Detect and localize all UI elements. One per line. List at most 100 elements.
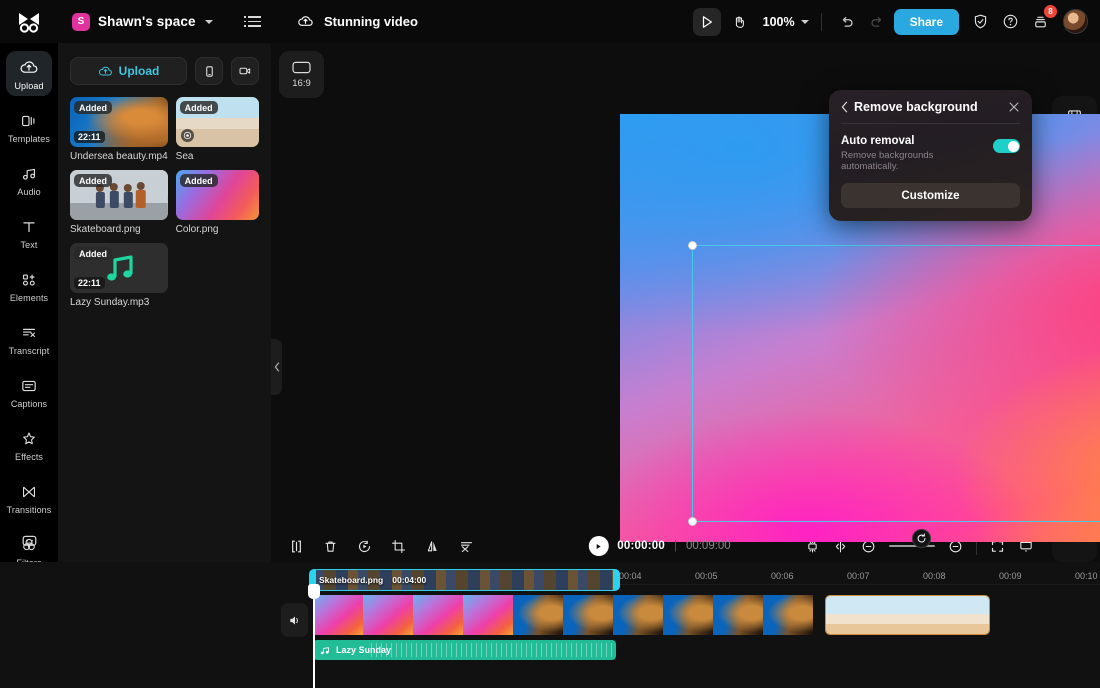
sidebar-item-label: Templates (8, 134, 50, 144)
clip-duration: 00:04:00 (392, 575, 427, 585)
mobile-device-icon[interactable] (195, 57, 223, 85)
panel-header: Remove background (841, 100, 1020, 124)
sidebar-item-label: Transcript (8, 346, 50, 356)
media-item[interactable]: Added 22:11 Lazy Sunday.mp3 (70, 243, 168, 308)
media-grid: Added 22:11 Undersea beauty.mp4 Added Se… (70, 97, 259, 308)
panel-title: Remove background (854, 100, 978, 114)
sidebar-item-text[interactable]: Text (6, 210, 52, 255)
timeline-clip-audio[interactable]: Lazy Sunday (313, 640, 616, 660)
playhead-knob[interactable] (307, 584, 320, 599)
ruler-tick: 00:07 (847, 571, 870, 581)
text-t-icon (23, 222, 35, 233)
video-frame (663, 595, 713, 635)
clip-name: Lazy Sunday (336, 645, 392, 655)
media-item-name: Sea (175, 151, 194, 162)
cursor-arrow-icon[interactable] (692, 7, 721, 36)
remove-background-icon[interactable] (459, 539, 474, 554)
media-thumbnail: Added 22:11 (70, 97, 168, 147)
chevron-down-icon (800, 19, 809, 24)
timeline-clip-sea[interactable] (825, 595, 990, 635)
chevron-left-icon[interactable] (841, 101, 848, 113)
chevron-down-icon (204, 19, 213, 24)
auto-removal-row: Auto removal Remove backgrounds automati… (841, 135, 1020, 172)
redo-icon[interactable] (864, 9, 890, 35)
export-box-icon[interactable]: 8 (1027, 4, 1057, 35)
media-added-tag: Added (74, 174, 112, 187)
timeline-clip-skateboard[interactable]: Skateboard.png 00:04:00 (313, 569, 618, 591)
auto-removal-description: Remove backgrounds automatically. (841, 150, 934, 172)
list-menu-icon[interactable] (244, 16, 261, 27)
resize-handle-bottom-left[interactable] (688, 517, 697, 526)
ruler-tick: 00:04 (619, 571, 642, 581)
timeline-tracks: Skateboard.png 00:04:00 Lazy Sunday (0, 569, 1100, 688)
play-button[interactable] (588, 536, 609, 556)
left-sidebar: Upload Templates Audio Text Elements Tra… (0, 43, 58, 568)
media-item[interactable]: Added Skateboard.png (70, 170, 168, 235)
sidebar-item-label: Text (20, 240, 38, 250)
rotate-handle-icon[interactable] (912, 529, 931, 548)
app-logo[interactable] (0, 0, 58, 43)
hand-pan-icon[interactable] (725, 8, 753, 36)
sidebar-item-elements[interactable]: Elements (6, 263, 52, 308)
sidebar-item-transitions[interactable]: Transitions (6, 475, 52, 520)
sidebar-item-templates[interactable]: Templates (6, 104, 52, 149)
selection-box[interactable] (688, 241, 1100, 526)
media-item[interactable]: Added Color.png (175, 170, 259, 235)
customize-button[interactable]: Customize (841, 183, 1020, 208)
split-clip-icon[interactable] (289, 539, 304, 554)
auto-removal-toggle[interactable] (993, 139, 1020, 153)
video-frame (313, 595, 363, 635)
sidebar-item-upload[interactable]: Upload (6, 51, 52, 96)
avatar[interactable] (1063, 9, 1088, 34)
undo-icon[interactable] (834, 9, 860, 35)
freeze-frame-icon[interactable] (357, 539, 372, 554)
mute-track-button[interactable] (281, 603, 308, 637)
project-title: Stunning video (324, 14, 418, 29)
robot-assistant-icon[interactable] (0, 531, 58, 550)
media-item[interactable]: Added 22:11 Undersea beauty.mp4 (70, 97, 168, 162)
sidebar-item-transcript[interactable]: Transcript (6, 316, 52, 361)
workspace-selector[interactable]: S Shawn's space (58, 12, 273, 31)
media-item-name: Skateboard.png (70, 224, 141, 235)
resize-handle-top-left[interactable] (688, 241, 697, 250)
mirror-flip-icon[interactable] (425, 539, 440, 554)
close-x-icon[interactable] (1008, 101, 1020, 113)
crop-icon[interactable] (391, 539, 406, 554)
record-dot-icon (180, 129, 194, 142)
aspect-ratio-icon (292, 61, 311, 73)
trim-handle-right[interactable] (613, 569, 620, 591)
media-thumbnail: Added 22:11 (70, 243, 168, 293)
aspect-ratio-button[interactable]: 16:9 (279, 51, 324, 98)
project-title-area[interactable]: Stunning video (273, 13, 418, 30)
media-item[interactable]: Added Sea (175, 97, 259, 162)
video-track[interactable] (313, 595, 813, 635)
speaker-volume-icon (290, 616, 298, 624)
sidebar-item-effects[interactable]: Effects (6, 422, 52, 467)
upload-button[interactable]: Upload (70, 57, 187, 85)
transcript-icon (22, 328, 36, 337)
workspace-name: Shawn's space (98, 14, 196, 29)
question-circle-icon[interactable] (997, 9, 1023, 35)
top-right-tools: 100% Share 8 (692, 4, 1100, 36)
camera-record-icon[interactable] (231, 57, 259, 85)
cloud-upload-icon (298, 16, 313, 26)
media-panel: Upload Added 22:11 Undersea beauty.mp4 A… (58, 43, 282, 562)
track-header-column (0, 585, 313, 688)
zoom-level-selector[interactable]: 100% (763, 15, 809, 29)
share-button[interactable]: Share (893, 8, 959, 35)
delete-trash-icon[interactable] (323, 539, 338, 554)
sidebar-item-label: Transitions (6, 505, 52, 515)
sidebar-item-captions[interactable]: Captions (6, 369, 52, 414)
media-added-tag: Added (74, 101, 112, 114)
top-bar: S Shawn's space Stunning video 100% Shar… (0, 0, 1100, 43)
zoom-level-value: 100% (762, 14, 795, 29)
video-frame (413, 595, 463, 635)
video-frame (463, 595, 513, 635)
transitions-icon (23, 486, 35, 498)
timeline: 00:00 00:01 00:02 00:03 00:04 00:05 00:0… (0, 562, 1100, 688)
clip-tools (289, 539, 474, 554)
playhead[interactable] (307, 584, 320, 688)
shield-check-icon[interactable] (967, 9, 993, 35)
panel-collapse-button[interactable] (271, 339, 282, 395)
sidebar-item-audio[interactable]: Audio (6, 157, 52, 202)
